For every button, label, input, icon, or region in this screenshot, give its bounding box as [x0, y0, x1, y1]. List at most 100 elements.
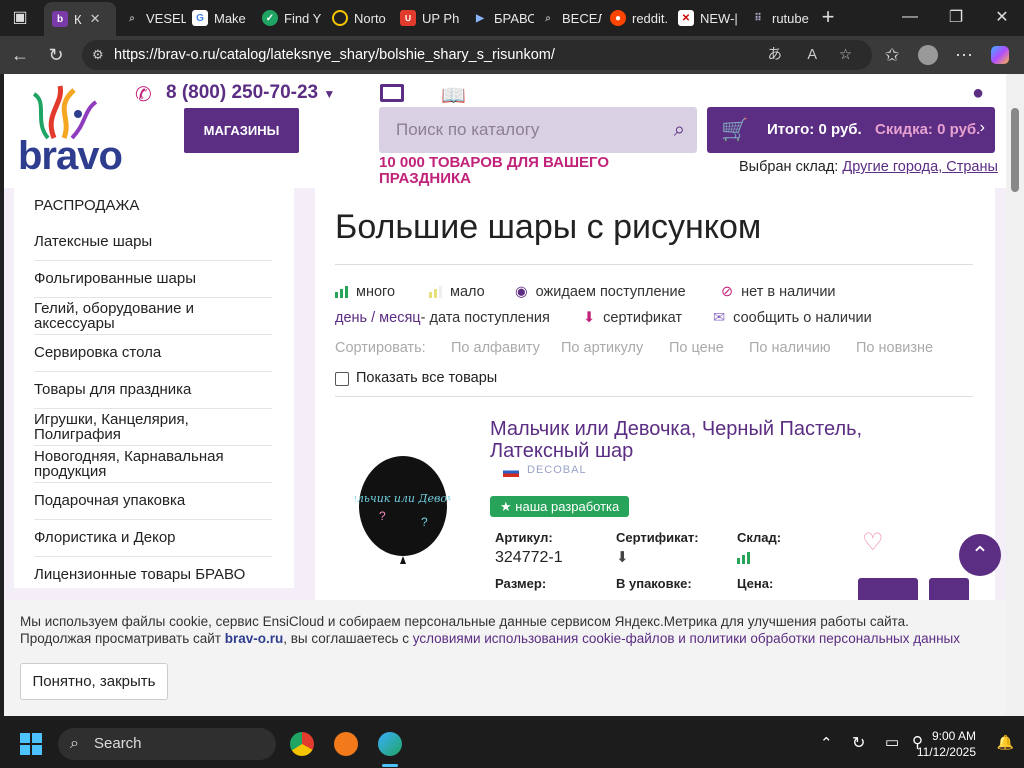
sidebar-item-foil[interactable]: Фольгированные шары	[34, 271, 272, 298]
tab-rutube[interactable]: ⠿ rutube	[750, 4, 810, 32]
address-bar-row: ← ↻ ⚙ https://brav-o.ru/catalog/lateksny…	[0, 36, 1024, 74]
favorite-star-icon[interactable]: ☆	[839, 40, 852, 70]
cookie-policy-link[interactable]: условиями использования cookie-файлов и …	[413, 631, 960, 646]
tab-actions-icon[interactable]: ▣	[6, 6, 34, 28]
catalog-card-icon[interactable]	[380, 84, 404, 102]
sidebar-item-latex[interactable]: Латексные шары	[34, 234, 272, 261]
stock-many-icon	[335, 286, 348, 298]
url-field[interactable]: ⚙ https://brav-o.ru/catalog/lateksnye_sh…	[82, 40, 872, 70]
scroll-to-top-button[interactable]: ⌃	[959, 534, 1001, 576]
system-clock[interactable]: 9:00 AM 11/12/2025	[917, 728, 976, 760]
sync-icon[interactable]: ↻	[852, 733, 865, 753]
star-icon: ★	[500, 499, 516, 514]
site-info-icon[interactable]: ⚙	[92, 40, 104, 70]
tab-up[interactable]: ∪ UP Ph	[400, 4, 464, 32]
cart-discount: Скидка: 0 руб.	[875, 121, 981, 138]
favorites-icon[interactable]: ✩	[878, 42, 906, 68]
catalog-content: Большие шары с рисунком много мало ◉ ожи…	[315, 188, 995, 608]
notification-icon[interactable]: 🔔	[997, 734, 1014, 751]
certificate-download-icon: ⬇	[583, 310, 596, 326]
sidebar-item-floristics[interactable]: Флористика и Декор	[34, 530, 272, 557]
refresh-icon[interactable]: ↻	[42, 42, 70, 68]
new-tab-button[interactable]: +	[814, 4, 842, 29]
tagline: 10 000 ТОВАРОВ ДЛЯ ВАШЕГО ПРАЗДНИКА	[379, 154, 610, 187]
tab-brav-o[interactable]: b К ✕	[44, 2, 116, 36]
bravo-logo-icon[interactable]	[24, 84, 108, 140]
chevron-up-icon[interactable]: ⌃	[820, 734, 833, 752]
phone-number[interactable]: 8 (800) 250-70-23 ▼	[166, 82, 335, 104]
shops-button[interactable]: МАГАЗИНЫ	[184, 108, 299, 153]
tab-bravo[interactable]: ▶ БРАВО	[472, 4, 534, 32]
page-scrollbar[interactable]	[1006, 74, 1024, 716]
rutube-favicon-icon: ⠿	[754, 12, 762, 24]
display-icon[interactable]: ▭	[885, 733, 899, 751]
sort-by-newness[interactable]: По новизне	[856, 340, 933, 356]
read-aloud-icon[interactable]: A	[807, 40, 817, 70]
certificate-label: Сертификат:	[616, 530, 699, 545]
legend-certificate: ⬇ сертификат	[583, 310, 683, 326]
sort-by-alphabet[interactable]: По алфавиту	[451, 340, 540, 356]
sidebar-item-gift-wrap[interactable]: Подарочная упаковка	[34, 493, 272, 520]
tab-vesel-2[interactable]: ⌕ ВЕСЕЛ	[540, 4, 602, 32]
bravo-favicon-icon: b	[52, 11, 68, 27]
web-page: bravo ✆ 8 (800) 250-70-23 ▼ 📖 ● МАГАЗИНЫ…	[4, 74, 1006, 716]
catalog-search-input[interactable]: Поиск по каталогу ⌕	[379, 107, 697, 153]
sidebar-item-sale[interactable]: РАСПРОДАЖА	[34, 198, 272, 224]
pack-label: В упаковке:	[616, 576, 692, 591]
our-development-badge: ★ наша разработка	[490, 496, 630, 517]
tab-norton[interactable]: Norto	[332, 4, 394, 32]
cookie-text-line1: Мы используем файлы cookie, сервис EnsiC…	[20, 614, 909, 629]
sort-by-article[interactable]: По артикулу	[561, 340, 643, 356]
sidebar-item-party[interactable]: Товары для праздника	[34, 382, 272, 409]
cart-summary[interactable]: 🛒 Итого: 0 руб. Скидка: 0 руб. ›	[707, 107, 995, 153]
tab-reddit[interactable]: ● reddit.	[610, 4, 672, 32]
translate-icon[interactable]: あ	[768, 40, 783, 70]
sort-by-price[interactable]: По цене	[669, 340, 724, 356]
sort-by-availability[interactable]: По наличию	[749, 340, 831, 356]
sidebar-item-toys[interactable]: Игрушки, Канцелярия, Полиграфия	[34, 412, 272, 446]
tab-vesel[interactable]: ⌕ VESEL	[124, 4, 186, 32]
product-title[interactable]: Мальчик или Девочка, Черный Пастель, Лат…	[490, 418, 910, 462]
legend-awaiting: ◉ ожидаем поступление	[515, 284, 686, 300]
more-menu-icon[interactable]: ⋯	[950, 42, 978, 68]
tab-find[interactable]: ✓ Find Y	[262, 4, 324, 32]
tab-new[interactable]: ✕ NEW-|	[678, 4, 740, 32]
windows-start-icon[interactable]	[20, 733, 42, 755]
legend-date: день / месяц - дата поступления	[335, 310, 550, 326]
stock-many-icon	[737, 552, 750, 564]
sidebar-item-helium[interactable]: Гелий, оборудование и аксессуары	[34, 301, 272, 335]
new-favicon-icon: ✕	[678, 10, 694, 26]
taskbar-search[interactable]: ⌕ Search	[58, 728, 276, 760]
back-icon[interactable]: ←	[6, 42, 34, 68]
show-all-checkbox[interactable]	[335, 372, 349, 386]
book-icon[interactable]: 📖	[441, 83, 466, 108]
cart-total: Итого: 0 руб.	[767, 121, 862, 138]
search-icon[interactable]: ⌕	[674, 107, 685, 153]
tab-make[interactable]: G Make	[192, 4, 254, 32]
product-image[interactable]: Мальчик или Девочка ? ?	[355, 456, 451, 568]
scrollbar-thumb[interactable]	[1011, 108, 1019, 192]
bravo-logo-text[interactable]: bravo	[18, 134, 123, 179]
profile-icon[interactable]	[914, 42, 942, 68]
sidebar-item-licensed[interactable]: Лицензионные товары БРАВО	[34, 567, 272, 587]
minimize-icon[interactable]: —	[896, 6, 924, 28]
edge-app-icon[interactable]	[378, 732, 402, 756]
search-favicon-icon: ⌕	[129, 12, 135, 24]
favorite-heart-icon[interactable]: ♡	[862, 528, 884, 557]
sort-label: Сортировать:	[335, 340, 426, 356]
user-icon[interactable]: ●	[972, 82, 984, 105]
show-all-label[interactable]: Показать все товары	[356, 370, 497, 386]
close-window-icon[interactable]: ✕	[988, 6, 1016, 28]
warehouse-link[interactable]: Другие города, Страны	[842, 159, 998, 175]
site-header: bravo ✆ 8 (800) 250-70-23 ▼ 📖 ● МАГАЗИНЫ…	[4, 74, 1006, 188]
app-icon[interactable]	[334, 732, 358, 756]
chevron-down-icon[interactable]: ▼	[323, 87, 335, 101]
cookie-accept-button[interactable]: Понятно, закрыть	[20, 663, 168, 700]
certificate-download-icon[interactable]: ⬇	[616, 548, 629, 566]
chrome-app-icon[interactable]	[290, 732, 314, 756]
restore-icon[interactable]: ❐	[942, 6, 970, 28]
close-tab-icon[interactable]: ✕	[90, 11, 101, 27]
sidebar-item-newyear[interactable]: Новогодняя, Карнавальная продукция	[34, 449, 272, 483]
copilot-icon[interactable]	[986, 42, 1014, 68]
sidebar-item-tableware[interactable]: Сервировка стола	[34, 345, 272, 372]
